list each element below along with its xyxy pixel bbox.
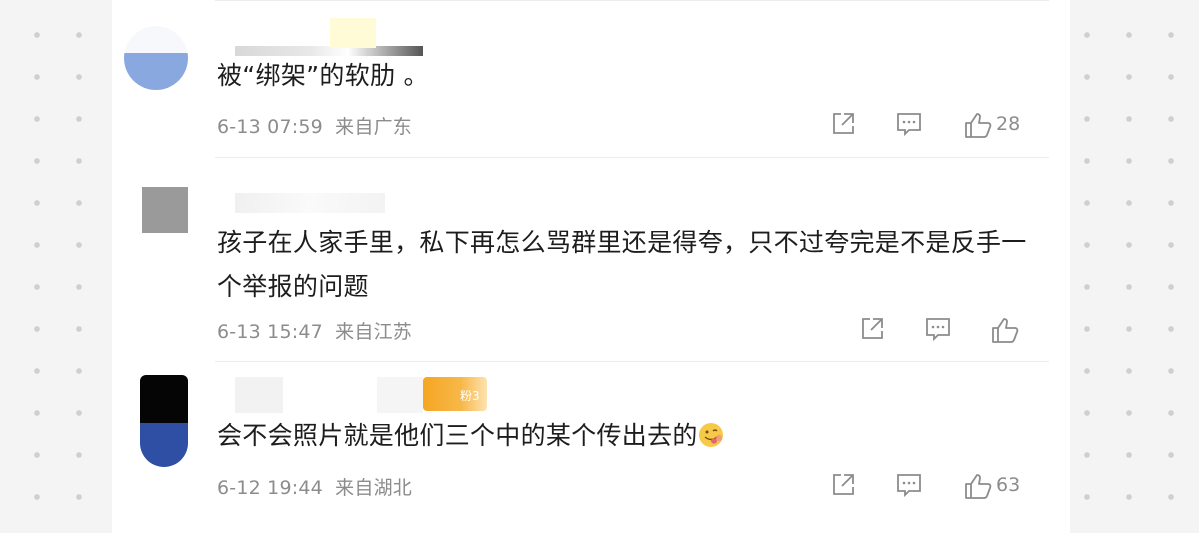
username-redacted[interactable] xyxy=(235,377,283,413)
comment-card: 被“绑架”的软肋 。 6-13 07:59 来自广东 28 孩子在人家手里，私下… xyxy=(112,0,1070,533)
comment-text: 孩子在人家手里，私下再怎么骂群里还是得夸，只不过夸完是不是反手一个举报的问题 xyxy=(217,228,1027,301)
comment-icon[interactable] xyxy=(896,472,922,498)
comment-text: 会不会照片就是他们三个中的某个传出去的 xyxy=(217,414,1037,458)
thumbs-up-icon[interactable] xyxy=(964,111,992,138)
username-redacted[interactable] xyxy=(377,377,423,413)
divider xyxy=(215,361,1049,362)
comment-icon[interactable] xyxy=(896,111,922,137)
thumbs-up-icon[interactable] xyxy=(964,472,992,499)
comment-meta: 6-12 19:44 来自湖北 xyxy=(217,473,412,500)
share-icon[interactable] xyxy=(830,111,856,137)
comment-date: 6-12 19:44 xyxy=(217,477,323,499)
avatar[interactable] xyxy=(124,26,188,90)
comment-meta: 6-13 07:59 来自广东 xyxy=(217,112,412,139)
comment-text: 被“绑架”的软肋 。 xyxy=(217,61,429,90)
thumbs-up-icon[interactable] xyxy=(991,316,1019,343)
comment-location: 来自湖北 xyxy=(335,477,412,499)
comment-actions: 63 xyxy=(830,472,1021,499)
comment-icon[interactable] xyxy=(925,316,951,342)
comment-actions: 28 xyxy=(830,111,1021,138)
smiling-face-with-tongue-emoji-icon xyxy=(698,418,724,447)
comment-actions xyxy=(859,316,1023,343)
username-redacted[interactable] xyxy=(235,193,385,213)
comment-location: 来自江苏 xyxy=(335,321,412,343)
divider xyxy=(215,157,1049,158)
fan-badge-label: 粉3 xyxy=(460,389,480,403)
comment-text-content: 会不会照片就是他们三个中的某个传出去的 xyxy=(217,421,698,450)
comment-date: 6-13 07:59 xyxy=(217,116,323,138)
badge-redacted xyxy=(330,18,376,48)
share-icon[interactable] xyxy=(830,472,856,498)
avatar[interactable] xyxy=(140,375,188,467)
comment-location: 来自广东 xyxy=(335,116,412,138)
like-count: 28 xyxy=(996,113,1021,135)
comment-meta: 6-13 15:47 来自江苏 xyxy=(217,317,412,344)
share-icon[interactable] xyxy=(859,316,885,342)
divider xyxy=(215,0,1049,1)
like-count: 63 xyxy=(996,474,1021,496)
avatar[interactable] xyxy=(142,187,188,233)
comment-date: 6-13 15:47 xyxy=(217,321,323,343)
